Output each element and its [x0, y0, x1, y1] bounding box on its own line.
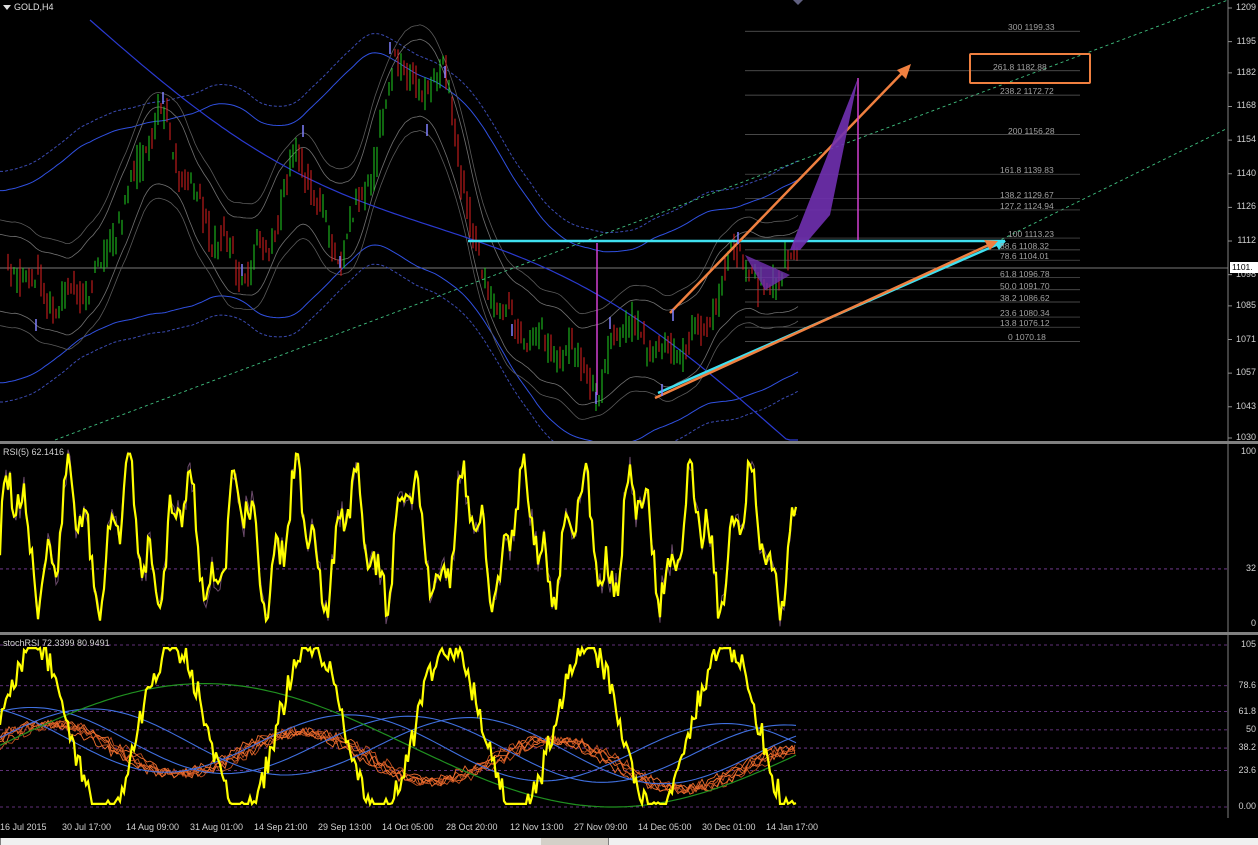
stoch-scale-label: 105: [1240, 639, 1256, 649]
time-axis-label: 14 Dec 05:00: [638, 822, 692, 832]
stoch-rsi-pane[interactable]: stochRSI 72.3399 80.9491 105 78.6 61.8 50 38…: [0, 635, 1258, 818]
channel-band-upper: [0, 52, 799, 253]
rsi-line: [0, 452, 798, 624]
chart-tab[interactable]: [0, 838, 541, 845]
fib-level-label: 50.0 1091.70: [1000, 280, 1050, 291]
price-scale-label: 1071: [1235, 333, 1256, 344]
time-axis-label: 16 Jul 2015: [0, 822, 47, 832]
stoch-rsi-indicator-label: stochRSI 72.3399 80.9491: [3, 638, 110, 648]
fib-level-label: 238.2 1172.72: [1000, 86, 1054, 97]
orange-arrow-lower: [654, 241, 994, 400]
price-scale-label: 1168: [1236, 100, 1256, 111]
price-scale-label: 1140: [1236, 167, 1256, 178]
fib-level-label: 13.8 1076.12: [1000, 318, 1050, 329]
projection-wedge: [790, 78, 858, 250]
chart-title[interactable]: GOLD,H4: [3, 2, 54, 12]
time-axis-label: 14 Oct 05:00: [382, 822, 434, 832]
time-axis-label: 29 Sep 13:00: [318, 822, 372, 832]
rsi-scale-label: 100: [1240, 446, 1256, 456]
stoch-scale-label: 0.00: [1238, 801, 1256, 811]
stoch-bundle-line: [0, 719, 796, 795]
fib-level-label: 61.8 1096.78: [1000, 268, 1050, 279]
chart-tab[interactable]: [608, 838, 1258, 845]
fib-highlight-box: [969, 53, 1091, 84]
price-scale-label: 1057: [1235, 367, 1256, 378]
price-scale-label: 1112: [1237, 235, 1256, 246]
time-axis-label: 14 Aug 09:00: [126, 822, 180, 832]
price-scale-label: 1085: [1235, 299, 1256, 310]
bollinger-upper-2: [0, 24, 799, 315]
time-axis-label: 14 Jan 17:00: [766, 822, 819, 832]
price-chart-pane[interactable]: GOLD,H4 1209 1195 1182 1168 1154 1140 1126 1112…: [0, 0, 1258, 442]
fib-level-label: 23.6 1080.34: [1000, 308, 1050, 319]
stoch-rsi-canvas[interactable]: [0, 635, 1258, 818]
rsi-canvas[interactable]: [0, 444, 1258, 632]
fib-level-label: 200 1156.28: [1008, 125, 1055, 136]
channel-band-lower-dashed: [0, 263, 799, 441]
time-axis-label: 27 Nov 09:00: [574, 822, 628, 832]
dropdown-triangle-icon[interactable]: [3, 5, 11, 11]
rsi-indicator-label: RSI(5) 62.1416: [3, 447, 65, 457]
rsi-pane[interactable]: RSI(5) 62.1416 100 32 0: [0, 444, 1258, 632]
fib-level-label: 0 1070.18: [1008, 332, 1046, 343]
chart-symbol-label: GOLD,H4: [14, 2, 54, 12]
bollinger-lower: [0, 115, 799, 406]
fib-level-label: 138.2 1129.67: [1000, 189, 1054, 200]
fib-level-label: 100 1113.23: [1008, 229, 1055, 240]
bollinger-upper: [0, 38, 799, 329]
fib-level-label: 127.2 1124.94: [1000, 200, 1054, 211]
price-scale-label: 1195: [1236, 35, 1256, 46]
stoch-rsi-line: [0, 644, 797, 808]
price-scale-label: 1043: [1235, 400, 1256, 411]
time-axis-label: 30 Dec 01:00: [702, 822, 756, 832]
time-axis-label: 31 Aug 01:00: [190, 822, 244, 832]
orange-arrow-upper: [669, 69, 906, 314]
fib-level-label: 88.6 1108.32: [1000, 240, 1049, 251]
price-scale-label: 1209: [1235, 2, 1256, 12]
scroll-marker-icon: [793, 0, 803, 5]
stoch-scale-label: 23.6: [1238, 764, 1256, 775]
chart-tabs-bar[interactable]: [0, 838, 1258, 845]
time-axis-label: 14 Sep 21:00: [254, 822, 308, 832]
stoch-bundle-line: [0, 719, 796, 792]
time-axis-label: 12 Nov 13:00: [510, 822, 564, 832]
stoch-scale-label: 38.2: [1238, 742, 1256, 753]
current-price-tag: 1101.: [1230, 262, 1258, 273]
price-scale-label: 1126: [1236, 201, 1256, 212]
rsi-scale-label: 0: [1250, 618, 1256, 628]
stoch-scale-label: 78.6: [1238, 679, 1256, 690]
fib-level-label: 38.2 1086.62: [1000, 292, 1050, 303]
fib-level-label: 300 1199.33: [1008, 22, 1055, 33]
time-axis-label: 30 Jul 17:00: [62, 822, 112, 832]
stoch-scale-label: 50: [1245, 723, 1256, 734]
stoch-scale-label: 61.8: [1238, 705, 1256, 716]
fib-level-label: 78.6 1104.01: [1000, 251, 1049, 262]
price-scale-label: 1182: [1236, 66, 1256, 77]
price-scale-label: 1154: [1236, 134, 1256, 145]
rsi-scale-label: 32: [1245, 562, 1256, 573]
time-axis-label: 28 Oct 20:00: [446, 822, 498, 832]
fib-level-label: 161.8 1139.83: [1000, 165, 1054, 176]
